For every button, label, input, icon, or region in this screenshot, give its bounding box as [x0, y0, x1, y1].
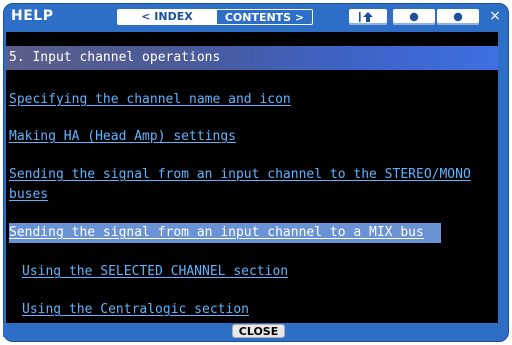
back-button[interactable] [393, 9, 435, 25]
section-title: 5. Input channel operations [9, 50, 221, 65]
back-icon [409, 12, 419, 22]
tab-bar: < INDEX CONTENTS > [117, 9, 313, 25]
link-selected-channel[interactable]: Using the SELECTED CHANNEL section [22, 264, 288, 279]
tab-contents[interactable]: CONTENTS > [217, 9, 313, 25]
link-channel-name-icon[interactable]: Specifying the channel name and icon [9, 92, 291, 107]
link-stereo-mono-line2[interactable]: buses [9, 187, 48, 202]
up-button[interactable] [349, 9, 387, 25]
title-bar: HELP < INDEX CONTENTS > × [4, 4, 508, 30]
link-mix-bus[interactable]: Sending the signal from an input channel… [9, 225, 424, 240]
link-stereo-mono-line1[interactable]: Sending the signal from an input channel… [9, 167, 471, 182]
forward-icon [453, 12, 463, 22]
up-arrow-icon [359, 12, 373, 22]
window-title: HELP [11, 8, 54, 24]
forward-button[interactable] [437, 9, 479, 25]
link-centralogic[interactable]: Using the Centralogic section [22, 302, 249, 317]
tab-index[interactable]: < INDEX [117, 9, 217, 25]
link-ha-settings[interactable]: Making HA (Head Amp) settings [9, 129, 236, 144]
window-close-button[interactable]: × [487, 7, 503, 25]
close-button[interactable]: CLOSE [232, 324, 285, 338]
